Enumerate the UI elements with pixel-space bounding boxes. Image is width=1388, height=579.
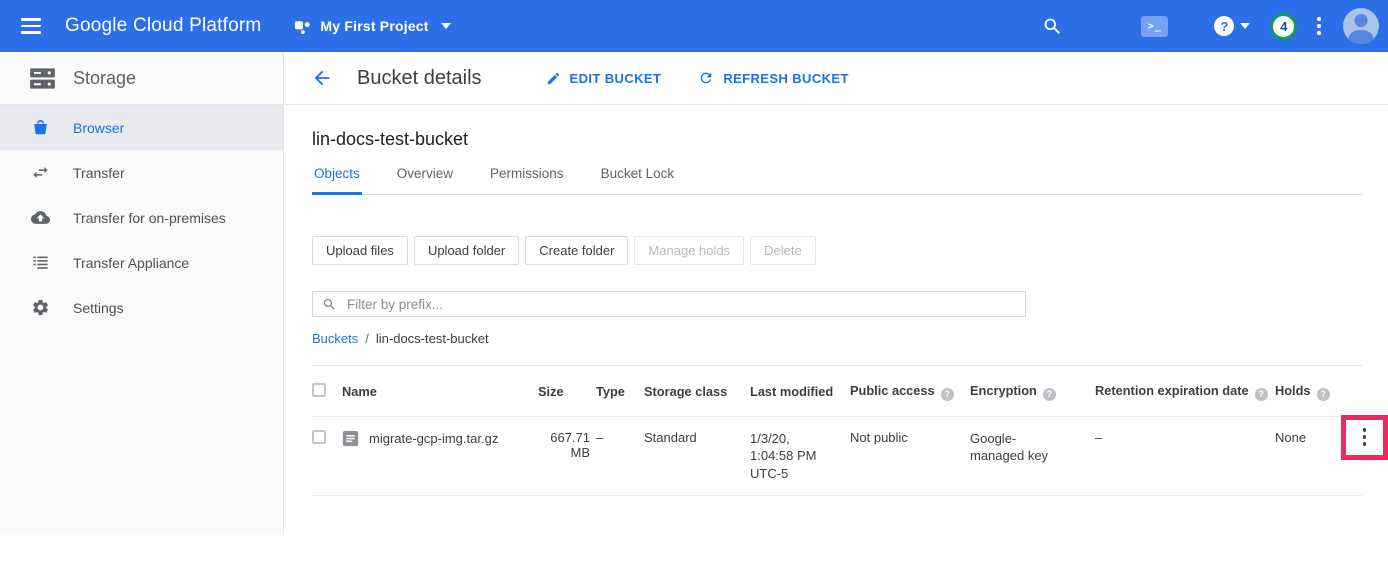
column-header-name: Name [342,366,538,416]
page-title: Bucket details [357,67,482,90]
cell-type: – [596,416,644,496]
help-icon[interactable]: ? [941,388,954,401]
file-icon [342,430,359,447]
page-header: Bucket details EDIT BUCKET REFRESH BUCKE… [285,52,1388,105]
sidebar-header: Storage [0,52,283,105]
object-name-link[interactable]: migrate-gcp-img.tar.gz [369,431,498,446]
filter-box [312,291,1026,317]
tab-permissions[interactable]: Permissions [488,166,566,195]
column-header-last-modified: Last modified [750,366,850,416]
sidebar-item-browser[interactable]: Browser [0,105,283,150]
back-arrow-icon[interactable] [311,66,335,90]
refresh-bucket-label: REFRESH BUCKET [723,71,849,86]
tab-overview[interactable]: Overview [395,166,455,195]
sidebar-title: Storage [73,68,136,89]
menu-icon[interactable] [21,14,41,38]
project-selector[interactable]: My First Project [294,18,450,35]
cell-storage-class: Standard [644,416,750,496]
swap-arrows-icon [31,163,51,183]
tab-bucket-lock[interactable]: Bucket Lock [599,166,677,195]
sidebar-item-transfer-appliance[interactable]: Transfer Appliance [0,240,283,285]
bucket-name: lin-docs-test-bucket [312,129,1362,150]
chevron-down-icon [441,23,451,29]
create-folder-button[interactable]: Create folder [525,236,628,265]
sidebar-item-label: Transfer [73,165,125,181]
upload-files-button[interactable]: Upload files [312,236,408,265]
refresh-bucket-button[interactable]: REFRESH BUCKET [698,70,849,86]
cell-last-modified: 1/3/20, 1:04:58 PM UTC-5 [750,416,850,496]
search-icon[interactable] [1042,16,1063,37]
sidebar-item-transfer[interactable]: Transfer [0,150,283,195]
column-header-holds: Holds? [1275,366,1331,416]
cell-public-access: Not public [850,416,970,496]
cell-encryption: Google-managed key [970,416,1095,496]
annotation-highlight-box [1341,415,1388,460]
main-content: lin-docs-test-bucket Objects Overview Pe… [285,106,1388,496]
sidebar-item-label: Transfer Appliance [73,255,189,271]
sidebar-item-label: Transfer for on-premises [73,210,226,226]
sidebar-item-label: Settings [73,300,124,316]
cloud-shell-icon[interactable]: >_ [1141,16,1168,37]
filter-input[interactable] [345,296,1016,313]
column-header-type: Type [596,366,644,416]
top-navigation-bar: Google Cloud Platform My First Project >… [0,0,1388,52]
column-header-public-access: Public access? [850,366,970,416]
help-menu[interactable]: ? [1214,16,1250,36]
sidebar-item-transfer-on-premises[interactable]: Transfer for on-premises [0,195,283,240]
notifications-badge[interactable]: 4 [1270,13,1297,40]
gear-icon [31,298,51,318]
avatar[interactable] [1343,8,1379,44]
appliance-icon [31,253,51,273]
cell-retention: – [1095,416,1275,496]
delete-button: Delete [750,236,816,265]
breadcrumb-buckets-link[interactable]: Buckets [312,331,358,346]
breadcrumb: Buckets / lin-docs-test-bucket [312,331,1362,346]
breadcrumb-current: lin-docs-test-bucket [376,331,489,346]
shell-prompt-glyph: >_ [1148,21,1162,32]
chevron-down-icon [1240,23,1250,29]
upload-folder-button[interactable]: Upload folder [414,236,519,265]
objects-table: Name Size Type Storage class Last modifi… [312,366,1362,496]
help-icon[interactable]: ? [1255,388,1268,401]
column-header-storage-class: Storage class [644,366,750,416]
project-icon [294,18,311,35]
row-checkbox[interactable] [312,430,326,444]
product-name: Google Cloud Platform [65,15,261,37]
project-name: My First Project [320,18,428,34]
manage-holds-button: Manage holds [634,236,744,265]
bucket-icon [31,118,51,138]
storage-product-icon [29,66,56,91]
column-header-size: Size [538,366,596,416]
cloud-upload-icon [31,208,51,228]
sidebar-item-settings[interactable]: Settings [0,285,283,330]
row-more-options-icon[interactable] [1363,427,1367,447]
column-header-encryption: Encryption? [970,366,1095,416]
column-header-retention: Retention expiration date? [1095,366,1275,416]
tab-objects[interactable]: Objects [312,166,362,195]
breadcrumb-separator: / [365,331,369,346]
select-all-checkbox[interactable] [312,383,326,397]
sidebar: Storage Browser Transfer Transfer for on… [0,52,284,535]
edit-bucket-label: EDIT BUCKET [570,71,662,86]
pencil-icon [546,71,561,86]
help-icon[interactable]: ? [1317,388,1330,401]
edit-bucket-button[interactable]: EDIT BUCKET [546,71,662,86]
search-icon [322,297,337,312]
cell-holds: None [1275,416,1331,496]
more-options-icon[interactable] [1317,16,1321,36]
cell-size: 667.71 MB [538,416,596,496]
table-header-row: Name Size Type Storage class Last modifi… [312,366,1362,416]
sidebar-item-label: Browser [73,120,124,136]
object-actions-toolbar: Upload files Upload folder Create folder… [312,236,1362,265]
tab-bar: Objects Overview Permissions Bucket Lock [312,166,1362,195]
help-icon: ? [1214,16,1234,36]
help-icon[interactable]: ? [1043,388,1056,401]
refresh-icon [698,70,714,86]
table-row: migrate-gcp-img.tar.gz 667.71 MB – Stand… [312,416,1362,496]
